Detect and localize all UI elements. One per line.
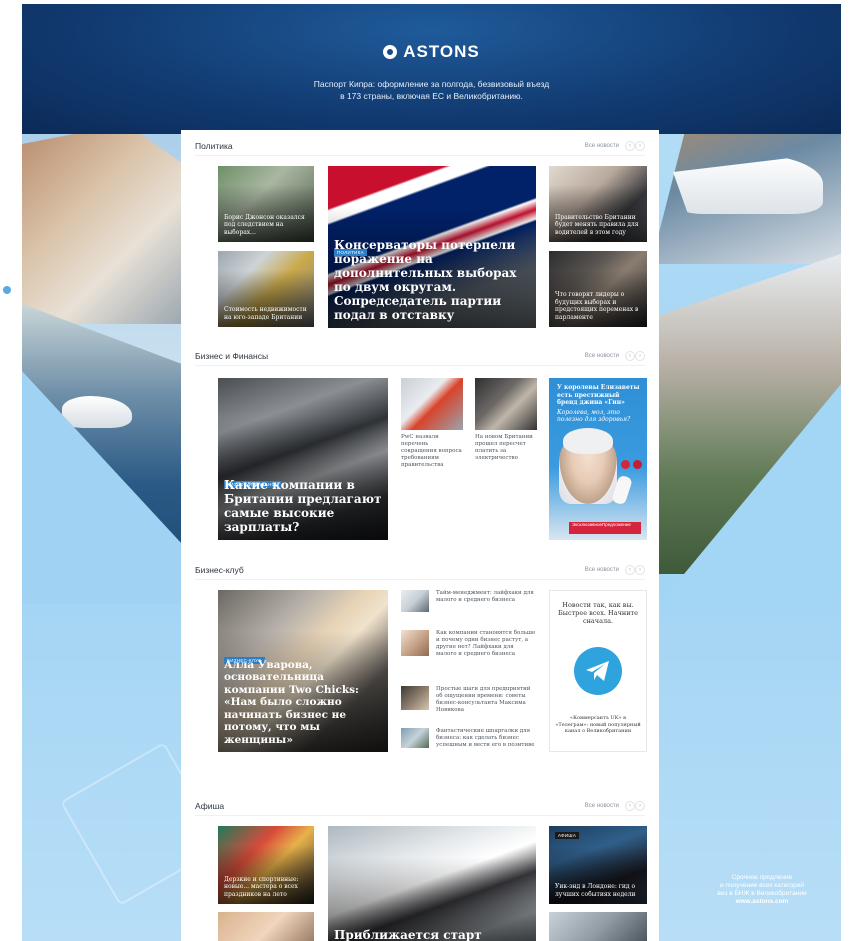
scroll-indicator-dot[interactable] xyxy=(3,286,11,294)
news-thumbnail[interactable] xyxy=(401,728,429,748)
section-title[interactable]: Бизнес-клуб xyxy=(195,565,244,575)
brand-logo[interactable]: ASTONS xyxy=(383,42,480,62)
telegram-promo[interactable]: Новости так, как вы. Быстрее всех. Начни… xyxy=(549,590,647,752)
prev-arrow-icon[interactable]: ‹ xyxy=(625,140,635,151)
side-note-line-2: и получение всех категорий xyxy=(720,882,804,889)
next-arrow-icon[interactable]: › xyxy=(635,564,645,575)
section-nav: Все новости ‹ › xyxy=(585,564,645,575)
news-thumbnail[interactable] xyxy=(475,378,537,430)
prev-arrow-icon[interactable]: ‹ xyxy=(625,800,635,811)
section-title[interactable]: Бизнес и Финансы xyxy=(195,351,268,361)
news-card-featured[interactable]: ПОЛИТИКА Консерваторы потерпели поражени… xyxy=(328,166,536,328)
ad-badge-red-icon xyxy=(621,460,630,469)
news-card-title: Стоимость недвижимости на юго-западе Бри… xyxy=(224,306,307,321)
side-note-line-1: Срочное продление xyxy=(731,874,793,881)
news-item-text[interactable]: PwC назвали перечень сокращения вопроса … xyxy=(401,434,463,469)
ad-portrait-hair xyxy=(563,428,613,454)
section-afisha: Афиша Все новости ‹ › Дерзкие и спортивн… xyxy=(181,796,659,941)
side-note-url[interactable]: www.astons.com xyxy=(682,898,841,906)
news-card-title: Уик-энд в Лондоне: гид о лучших событиях… xyxy=(555,883,636,898)
category-badge[interactable]: АФИША xyxy=(555,832,580,839)
ad-cta-button[interactable]: ЭксклюзивноеПредложение xyxy=(569,522,641,534)
pager: ‹ › xyxy=(625,350,645,361)
telegram-icon[interactable] xyxy=(574,647,622,695)
tagline-line-1: Паспорт Кипра: оформление за полгода, бе… xyxy=(313,79,550,89)
gin-brand-ad[interactable]: У королевы Елизаветы есть престижный бре… xyxy=(549,378,647,540)
next-arrow-icon[interactable]: › xyxy=(635,140,645,151)
side-note-line-3: виз в БНЖ в Великобритании xyxy=(717,890,807,897)
all-news-link[interactable]: Все новости xyxy=(585,143,619,149)
news-card[interactable]: Правительство Британии будет менять прав… xyxy=(549,166,647,242)
section-header: Афиша Все новости ‹ › xyxy=(195,796,645,816)
section-nav: Все новости ‹ › xyxy=(585,140,645,151)
news-card[interactable]: Борис Джонсон оказался под следствием на… xyxy=(218,166,314,242)
news-card-title: Какие компании в Британии предлагают сам… xyxy=(224,478,382,534)
section-header: Бизнес и Финансы Все новости ‹ › xyxy=(195,346,645,366)
section-header: Политика Все новости ‹ › xyxy=(195,136,645,156)
section-nav: Все новости ‹ › xyxy=(585,800,645,811)
brand-tagline[interactable]: Паспорт Кипра: оформление за полгода, бе… xyxy=(22,78,841,102)
logo-text: ASTONS xyxy=(403,42,480,61)
news-card-featured[interactable]: БИЗНЕС-КЛУБ Алла Уварова, основательница… xyxy=(218,590,388,752)
telegram-promo-text: Новости так, как вы. Быстрее всех. Начни… xyxy=(558,601,638,625)
next-arrow-icon[interactable]: › xyxy=(635,350,645,361)
section-nav: Все новости ‹ › xyxy=(585,350,645,361)
ad-subtitle: Королева, мол, это полезно для здоровья? xyxy=(557,408,631,424)
pager: ‹ › xyxy=(625,800,645,811)
brand-header: ASTONS Паспорт Кипра: оформление за полг… xyxy=(22,42,841,102)
news-card-title: Приближается старт Королевской регаты Хе… xyxy=(334,928,482,941)
section-politics: Политика Все новости ‹ › Борис Джонсон о… xyxy=(181,136,659,336)
section-title[interactable]: Политика xyxy=(195,141,233,151)
news-card[interactable]: Что говорят лидеры о будущих выборах и п… xyxy=(549,251,647,327)
news-card-title: Что говорят лидеры о будущих выборах и п… xyxy=(555,291,639,321)
side-ad-note[interactable]: Срочное продление и получение всех катег… xyxy=(682,874,841,906)
news-thumbnail[interactable] xyxy=(401,686,429,710)
news-card[interactable] xyxy=(218,912,314,941)
news-item-text[interactable]: На новом Британии прошел пересчет платит… xyxy=(475,434,537,462)
ad-badge-dark-icon xyxy=(633,460,642,469)
news-card-title: Дерзкие и спортивные: новые... мастера о… xyxy=(224,875,299,898)
news-card[interactable]: Дерзкие и спортивные: новые... мастера о… xyxy=(218,826,314,904)
news-item-text[interactable]: Фантастические шпаргалки для бизнеса: ка… xyxy=(436,728,536,749)
news-card-title: Правительство Британии будет менять прав… xyxy=(555,213,639,236)
section-business-club: Бизнес-клуб Все новости ‹ › БИЗНЕС-КЛУБ … xyxy=(181,560,659,780)
section-title[interactable]: Афиша xyxy=(195,801,224,811)
news-card-title: Алла Уварова, основательница компании Tw… xyxy=(224,658,359,746)
telegram-promo-caption: «Коммерсантъ UK» в «Телеграм»: новый поп… xyxy=(555,715,641,734)
news-item-text[interactable]: Как компании становятся больше и почему … xyxy=(436,630,536,658)
news-card-featured[interactable]: Приближается старт Королевской регаты Хе… xyxy=(328,826,536,941)
all-news-link[interactable]: Все новости xyxy=(585,803,619,809)
news-card-title: Консерваторы потерпели поражение на допо… xyxy=(334,238,517,322)
ad-text: У королевы Елизаветы есть престижный бре… xyxy=(557,384,641,424)
news-card-title: Борис Джонсон оказался под следствием на… xyxy=(224,213,305,236)
news-thumbnail[interactable] xyxy=(401,590,429,612)
news-card[interactable]: АФИША Уик-энд в Лондоне: гид о лучших со… xyxy=(549,826,647,904)
tagline-line-2: в 173 страны, включая ЕС и Великобритани… xyxy=(340,91,523,101)
section-header: Бизнес-клуб Все новости ‹ › xyxy=(195,560,645,580)
news-item-text[interactable]: Тайм-менеджмент: лайфхаки для малого и с… xyxy=(436,590,536,604)
news-card-featured[interactable]: БИЗНЕС И ФИНАНСЫ Какие компании в Британ… xyxy=(218,378,388,540)
all-news-link[interactable]: Все новости xyxy=(585,567,619,573)
prev-arrow-icon[interactable]: ‹ xyxy=(625,350,635,361)
news-card[interactable]: Стоимость недвижимости на юго-западе Бри… xyxy=(218,251,314,327)
ad-title: У королевы Елизаветы есть престижный бре… xyxy=(557,384,640,406)
news-thumbnail[interactable] xyxy=(401,378,463,430)
next-arrow-icon[interactable]: › xyxy=(635,800,645,811)
paper-plane-icon xyxy=(586,661,609,681)
news-card[interactable] xyxy=(549,912,647,941)
news-thumbnail[interactable] xyxy=(401,630,429,656)
all-news-link[interactable]: Все новости xyxy=(585,353,619,359)
news-panel: Политика Все новости ‹ › Борис Джонсон о… xyxy=(181,130,659,941)
news-item-text[interactable]: Простые шаги для предприятий об ощущении… xyxy=(436,686,536,714)
pager: ‹ › xyxy=(625,140,645,151)
logo-icon xyxy=(383,45,398,59)
pager: ‹ › xyxy=(625,564,645,575)
prev-arrow-icon[interactable]: ‹ xyxy=(625,564,635,575)
section-business: Бизнес и Финансы Все новости ‹ › БИЗНЕС … xyxy=(181,346,659,546)
